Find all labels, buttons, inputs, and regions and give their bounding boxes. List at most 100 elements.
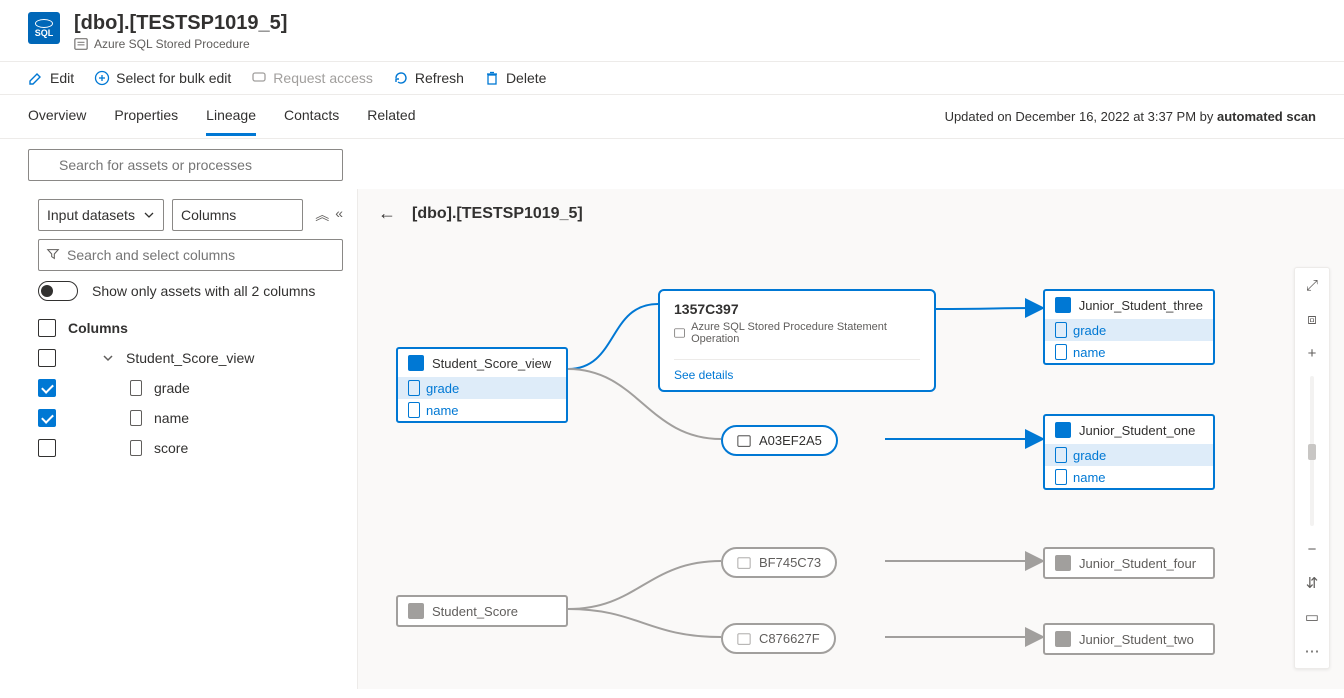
procedure-icon xyxy=(737,434,751,448)
columns-group-checkbox[interactable] xyxy=(38,319,56,337)
tab-lineage[interactable]: Lineage xyxy=(206,97,256,136)
col-name: name xyxy=(154,410,189,426)
column-icon xyxy=(1055,322,1067,338)
op-label: C876627F xyxy=(759,631,820,646)
updated-text: Updated on December 16, 2022 at 3:37 PM … xyxy=(945,109,1316,124)
pencil-icon xyxy=(28,70,44,86)
op-subtitle: Azure SQL Stored Procedure Statement Ope… xyxy=(691,321,920,345)
col-name-checkbox[interactable] xyxy=(38,409,56,427)
col-score-checkbox[interactable] xyxy=(38,439,56,457)
request-label: Request access xyxy=(273,70,373,86)
edit-button[interactable]: Edit xyxy=(28,70,74,86)
procedure-icon xyxy=(74,37,88,51)
col-grade-checkbox[interactable] xyxy=(38,379,56,397)
bulk-label: Select for bulk edit xyxy=(116,70,231,86)
node-op-bf745c73[interactable]: BF745C73 xyxy=(721,547,837,578)
filter-icon xyxy=(46,247,60,261)
canvas-title: [dbo].[TESTSP1019_5] xyxy=(412,205,583,223)
delete-label: Delete xyxy=(506,70,546,86)
node-title: Junior_Student_one xyxy=(1079,423,1195,438)
zoom-slider[interactable] xyxy=(1310,376,1314,526)
zoom-in-button[interactable]: + xyxy=(1295,336,1329,370)
node-title: Student_Score xyxy=(432,604,518,619)
node-junior-three[interactable]: Junior_Student_three grade name xyxy=(1043,289,1215,365)
layout-button[interactable]: ⇵ xyxy=(1295,566,1329,600)
procedure-icon xyxy=(737,556,751,570)
column-icon xyxy=(1055,447,1067,463)
node-title: Student_Score_view xyxy=(432,356,551,371)
op-label: BF745C73 xyxy=(759,555,821,570)
fullscreen-button[interactable]: ⤢ xyxy=(1295,268,1329,302)
columns-dropdown[interactable]: Columns xyxy=(172,199,303,231)
asset-title: [dbo].[TESTSP1019_5] xyxy=(74,12,287,35)
tab-properties[interactable]: Properties xyxy=(114,97,178,136)
fit-button[interactable]: ⧈ xyxy=(1295,302,1329,336)
lineage-sidebar: Input datasets Columns ︽ « Show only ass… xyxy=(0,189,358,689)
sql-mini-icon xyxy=(1055,422,1071,438)
node-junior-one[interactable]: Junior_Student_one grade name xyxy=(1043,414,1215,490)
col-grade: grade xyxy=(426,381,459,396)
title-block: [dbo].[TESTSP1019_5] Azure SQL Stored Pr… xyxy=(74,12,287,51)
dataset-direction-dropdown[interactable]: Input datasets xyxy=(38,199,164,231)
collapse-left-icon[interactable]: « xyxy=(335,205,343,225)
back-button[interactable]: ← xyxy=(378,203,396,224)
col-grade: grade xyxy=(1073,323,1106,338)
node-student-score[interactable]: Student_Score xyxy=(396,595,568,627)
lineage-canvas[interactable]: ← [dbo].[TESTSP1019_5] Student_Score_vie… xyxy=(358,189,1344,689)
asset-search-row xyxy=(0,139,1344,189)
updated-prefix: Updated on December 16, 2022 at 3:37 PM … xyxy=(945,109,1217,124)
column-icon xyxy=(1055,344,1067,360)
node-op-c876627f[interactable]: C876627F xyxy=(721,623,836,654)
canvas-controls: ⤢ ⧈ + − ⇵ ▭ ⋯ xyxy=(1294,267,1330,669)
node-title: Junior_Student_four xyxy=(1079,556,1196,571)
show-only-toggle[interactable] xyxy=(38,281,78,301)
columns-header: Columns xyxy=(68,320,128,336)
refresh-icon xyxy=(393,70,409,86)
minimap-button[interactable]: ▭ xyxy=(1295,600,1329,634)
node-op-1357c397[interactable]: 1357C397 Azure SQL Stored Procedure Stat… xyxy=(658,289,936,392)
toggle-label: Show only assets with all 2 columns xyxy=(92,283,315,299)
sql-mini-icon xyxy=(408,603,424,619)
chevron-down-icon[interactable] xyxy=(102,352,114,364)
column-icon xyxy=(408,380,420,396)
column-icon xyxy=(1055,469,1067,485)
col-score: score xyxy=(154,440,188,456)
updated-by: automated scan xyxy=(1217,109,1316,124)
procedure-icon xyxy=(737,632,751,646)
asset-type: Azure SQL Stored Procedure xyxy=(94,37,250,51)
node-student-score-view[interactable]: Student_Score_view grade name xyxy=(396,347,568,423)
edit-label: Edit xyxy=(50,70,74,86)
zoom-out-button[interactable]: − xyxy=(1295,532,1329,566)
node-junior-four[interactable]: Junior_Student_four xyxy=(1043,547,1215,579)
col-name: name xyxy=(426,403,459,418)
tab-overview[interactable]: Overview xyxy=(28,97,86,136)
col-name: name xyxy=(1073,470,1106,485)
tab-related[interactable]: Related xyxy=(367,97,415,136)
col-name: name xyxy=(1073,345,1106,360)
column-icon xyxy=(130,380,142,396)
tab-contacts[interactable]: Contacts xyxy=(284,97,339,136)
asset-search-input[interactable] xyxy=(28,149,343,181)
dd2-label: Columns xyxy=(181,207,236,223)
see-details-link[interactable]: See details xyxy=(674,359,920,382)
collapse-up-icon[interactable]: ︽ xyxy=(315,205,329,225)
toolbar: Edit Select for bulk edit Request access… xyxy=(0,62,1344,95)
sql-icon: SQL xyxy=(28,12,60,44)
more-button[interactable]: ⋯ xyxy=(1295,634,1329,668)
bulk-edit-button[interactable]: Select for bulk edit xyxy=(94,70,231,86)
delete-button[interactable]: Delete xyxy=(484,70,546,86)
sql-mini-icon xyxy=(1055,297,1071,313)
node-op-a03ef2a5[interactable]: A03EF2A5 xyxy=(721,425,838,456)
request-access-button: Request access xyxy=(251,70,373,86)
chat-icon xyxy=(251,70,267,86)
node-title: Junior_Student_two xyxy=(1079,632,1194,647)
refresh-label: Refresh xyxy=(415,70,464,86)
node-title: Junior_Student_three xyxy=(1079,298,1203,313)
column-filter-input[interactable] xyxy=(38,239,343,271)
sql-mini-icon xyxy=(1055,555,1071,571)
refresh-button[interactable]: Refresh xyxy=(393,70,464,86)
node-junior-two[interactable]: Junior_Student_two xyxy=(1043,623,1215,655)
dataset-checkbox[interactable] xyxy=(38,349,56,367)
col-grade: grade xyxy=(154,380,190,396)
chevron-down-icon xyxy=(143,209,155,221)
